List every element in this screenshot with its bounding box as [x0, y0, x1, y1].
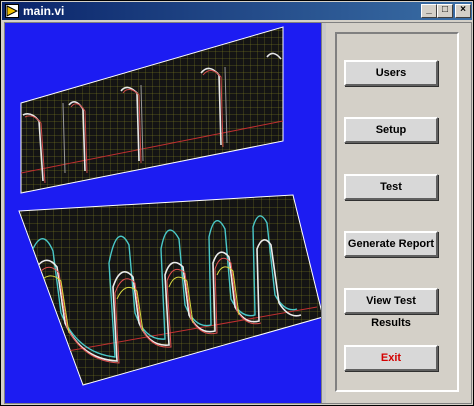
window-title: main.vi: [23, 4, 65, 18]
close-button[interactable]: ×: [455, 4, 471, 18]
view-test-results-button[interactable]: View Test Results: [344, 288, 438, 329]
exit-button[interactable]: Exit: [344, 345, 438, 371]
lower-waveform-graph: [18, 194, 321, 386]
users-button[interactable]: Users: [344, 60, 438, 86]
menu-frame: [335, 32, 459, 392]
minimize-button[interactable]: _: [421, 4, 437, 18]
menu-panel: Users Setup Test Generate Report View Te…: [327, 23, 469, 403]
setup-button[interactable]: Setup: [344, 117, 438, 143]
title-bar[interactable]: main.vi _ □ ×: [2, 2, 472, 20]
labview-vi-icon: [5, 4, 19, 18]
maximize-button[interactable]: □: [437, 4, 453, 18]
generate-report-button[interactable]: Generate Report: [344, 231, 438, 257]
waveform-graphs: [18, 26, 321, 386]
graph-display-area: [5, 23, 321, 403]
test-button[interactable]: Test: [344, 174, 438, 200]
upper-waveform-graph: [20, 26, 284, 194]
panel-divider: [321, 23, 326, 403]
application-window: main.vi _ □ × Users Setup Test Generate …: [0, 0, 474, 406]
